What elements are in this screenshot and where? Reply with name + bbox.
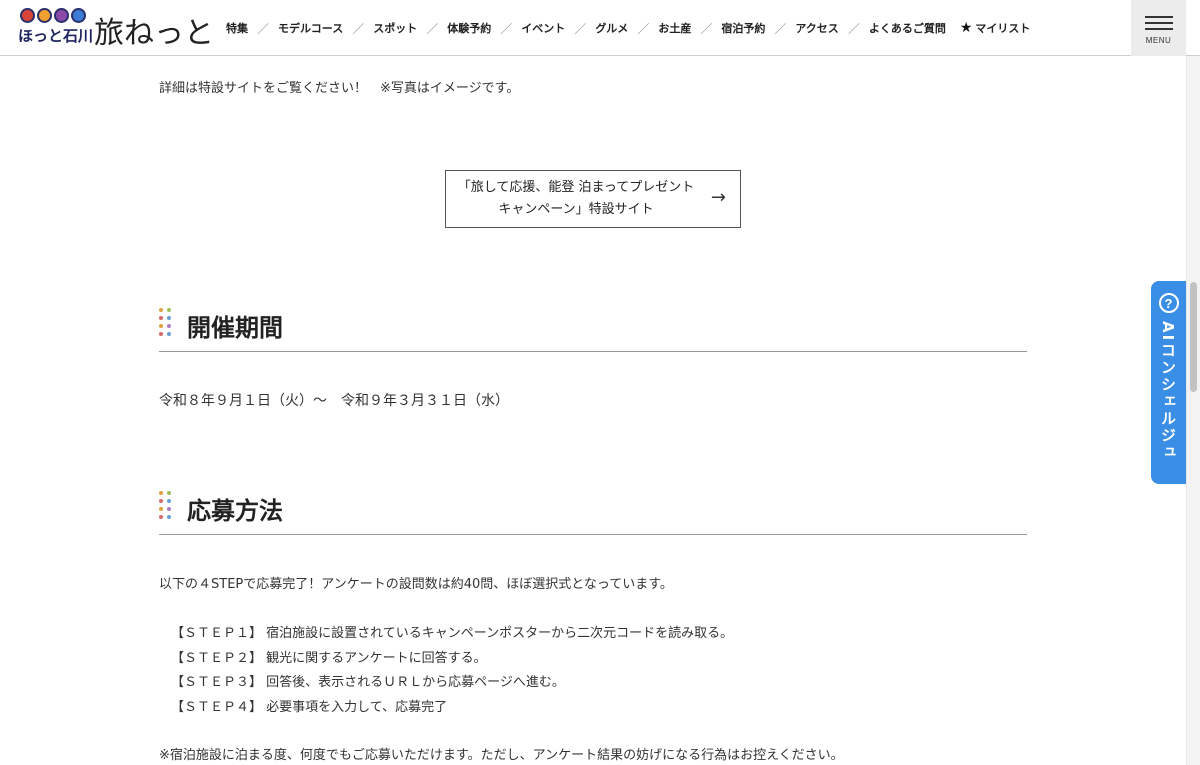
nav-separator: ／ [500, 21, 513, 36]
main-nav: 特集 ／ モデルコース ／ スポット ／ 体験予約 ／ イベント ／ グルメ ／… [226, 0, 1030, 56]
nav-separator: ／ [257, 21, 270, 36]
nav-item-faq[interactable]: よくあるご質問 [869, 20, 946, 36]
logo-dot [71, 8, 86, 23]
nav-separator: ／ [847, 21, 860, 36]
ai-concierge-button[interactable]: ? AIコンシェルジュ [1151, 281, 1186, 484]
list-item: 【ＳＴＥＰ４】 必要事項を入力して、応募完了 [171, 699, 448, 715]
site-logo[interactable]: ほっと石川 旅ねっと [18, 6, 214, 51]
heading-dots-icon [159, 308, 173, 340]
nav-item-access[interactable]: アクセス [795, 20, 838, 36]
method-intro-text: 以下の４STEPで応募完了！アンケートの設問数は約40問、ほぼ選択式となっていま… [159, 577, 673, 592]
logo-title: 旅ねっと [94, 16, 214, 51]
ai-concierge-label: AIコンシェルジュ [1159, 321, 1177, 462]
nav-item-experience[interactable]: 体験予約 [447, 20, 491, 36]
step-list: 【ＳＴＥＰ１】 宿泊施設に設置されているキャンペーンポスターから二次元コードを読… [171, 622, 733, 720]
list-item: 【ＳＴＥＰ３】 回答後、表示されるＵＲＬから応募ページへ進む。 [171, 675, 565, 690]
nav-item-lodging[interactable]: 宿泊予約 [721, 20, 765, 36]
nav-item-event[interactable]: イベント [521, 20, 565, 36]
nav-separator: ／ [426, 21, 439, 36]
nav-item-gourmet[interactable]: グルメ [595, 20, 628, 36]
campaign-site-link[interactable]: 「旅して応援、能登 泊まってプレゼントキャンペーン」特設サイト → [445, 170, 741, 228]
page-scrollbar[interactable] [1186, 56, 1200, 765]
method-heading: 応募方法 [187, 497, 283, 525]
question-icon: ? [1158, 293, 1179, 313]
hamburger-icon [1144, 12, 1173, 34]
arrow-right-icon: → [710, 187, 726, 208]
nav-separator: ／ [774, 21, 787, 36]
logo-subtitle: ほっと石川 [18, 27, 94, 45]
nav-separator: ／ [700, 21, 713, 36]
note-text: ※宿泊施設に泊まる度、何度でもご応募いただけます。ただし、アンケート結果の妨げに… [159, 748, 844, 763]
scrollbar-thumb[interactable] [1190, 282, 1197, 392]
period-text: 令和８年９月１日（火）～ 令和９年３月３１日（水） [159, 393, 509, 409]
nav-separator: ／ [637, 21, 650, 36]
list-item: 【ＳＴＥＰ１】 宿泊施設に設置されているキャンペーンポスターから二次元コードを読… [171, 626, 734, 641]
menu-label: MENU [1145, 35, 1172, 45]
mylist-label: マイリスト [975, 22, 1031, 35]
logo-dots [20, 8, 86, 23]
list-item: 【ＳＴＥＰ２】 観光に関するアンケートに回答する。 [171, 650, 487, 666]
intro-text: 詳細は特設サイトをご覧ください！ ※写真はイメージです。 [159, 81, 520, 96]
nav-item-spot[interactable]: スポット [373, 20, 417, 36]
campaign-site-link-label: 「旅して応援、能登 泊まってプレゼントキャンペーン」特設サイト [457, 180, 695, 217]
menu-button[interactable]: MENU [1131, 0, 1186, 56]
heading-dots-icon [159, 491, 173, 523]
nav-separator: ／ [574, 21, 587, 36]
method-section-heading: 応募方法 [159, 491, 1027, 535]
nav-item-feature[interactable]: 特集 [226, 20, 248, 36]
star-icon: ★ [959, 20, 973, 36]
logo-dot [54, 8, 69, 23]
nav-item-souvenir[interactable]: お土産 [658, 20, 691, 36]
mylist-link[interactable]: ★ マイリスト [960, 20, 1031, 36]
logo-dot [20, 8, 35, 23]
period-section-heading: 開催期間 [159, 308, 1027, 352]
period-heading: 開催期間 [187, 314, 283, 342]
logo-dot [37, 8, 52, 23]
nav-separator: ／ [352, 21, 365, 36]
nav-item-model-course[interactable]: モデルコース [278, 20, 343, 36]
site-header: ほっと石川 旅ねっと 特集 ／ モデルコース ／ スポット ／ 体験予約 ／ イ… [0, 0, 1200, 56]
